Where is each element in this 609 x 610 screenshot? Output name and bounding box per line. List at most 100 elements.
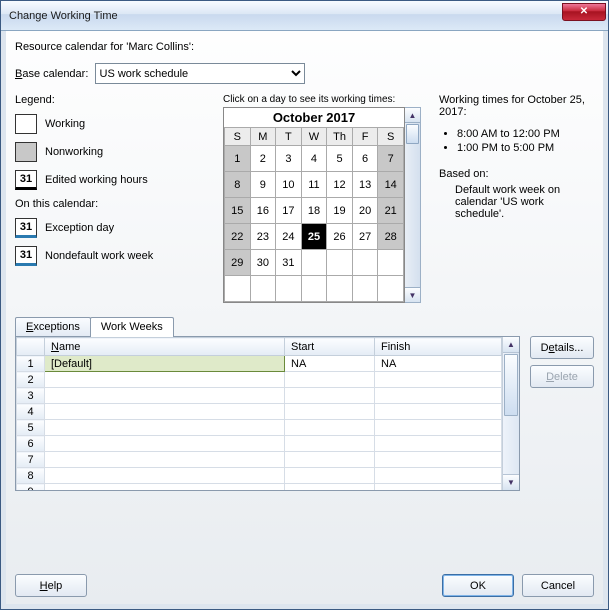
col-name[interactable]: Name xyxy=(45,338,285,356)
cal-day[interactable]: 3 xyxy=(276,146,302,172)
cal-day[interactable]: 12 xyxy=(327,172,353,198)
cal-day[interactable]: 20 xyxy=(352,198,378,224)
cal-day[interactable]: 26 xyxy=(327,224,353,250)
cal-day xyxy=(276,276,302,302)
row-number[interactable]: 1 xyxy=(17,356,45,372)
cell-finish[interactable] xyxy=(375,436,502,452)
cal-dow-Th: Th xyxy=(327,128,353,146)
cell-name[interactable] xyxy=(45,468,285,484)
cancel-button[interactable]: Cancel xyxy=(522,574,594,597)
cell-finish[interactable] xyxy=(375,468,502,484)
cell-start[interactable] xyxy=(285,452,375,468)
grid-scroll-thumb[interactable] xyxy=(504,354,518,416)
cell-start[interactable] xyxy=(285,404,375,420)
ok-button[interactable]: OK xyxy=(442,574,514,597)
delete-button[interactable]: Delete xyxy=(530,365,594,388)
grid-scrollbar[interactable]: ▲ ▼ xyxy=(502,337,519,490)
help-button[interactable]: Help xyxy=(15,574,87,597)
cal-day[interactable]: 25 xyxy=(301,224,327,250)
cal-day[interactable]: 8 xyxy=(225,172,251,198)
working-times-panel: Working times for October 25, 2017: 8:00… xyxy=(433,94,594,303)
calendar[interactable]: October 2017 SMTWThFS 123456789101112131… xyxy=(223,107,405,303)
cal-dow-T: T xyxy=(276,128,302,146)
legend-working-label: Working xyxy=(45,118,85,130)
cell-name[interactable] xyxy=(45,372,285,388)
row-number[interactable]: 9 xyxy=(17,484,45,491)
cell-name[interactable] xyxy=(45,388,285,404)
cal-day[interactable]: 14 xyxy=(378,172,404,198)
scroll-up-icon[interactable]: ▲ xyxy=(405,108,420,123)
cell-finish[interactable] xyxy=(375,484,502,491)
col-start[interactable]: Start xyxy=(285,338,375,356)
calendar-scrollbar[interactable]: ▲ ▼ xyxy=(405,107,421,303)
cal-day[interactable]: 18 xyxy=(301,198,327,224)
cal-day[interactable]: 22 xyxy=(225,224,251,250)
row-number[interactable]: 3 xyxy=(17,388,45,404)
cal-day[interactable]: 17 xyxy=(276,198,302,224)
cell-name[interactable] xyxy=(45,484,285,491)
cal-day[interactable]: 31 xyxy=(276,250,302,276)
cal-day[interactable]: 28 xyxy=(378,224,404,250)
cal-day[interactable]: 4 xyxy=(301,146,327,172)
cal-day[interactable]: 19 xyxy=(327,198,353,224)
cal-day[interactable]: 15 xyxy=(225,198,251,224)
cal-day[interactable]: 23 xyxy=(250,224,276,250)
cell-finish[interactable] xyxy=(375,388,502,404)
tab-work-weeks[interactable]: Work Weeks xyxy=(90,317,174,337)
cell-finish[interactable] xyxy=(375,404,502,420)
cal-day[interactable]: 24 xyxy=(276,224,302,250)
cal-day[interactable]: 27 xyxy=(352,224,378,250)
col-finish[interactable]: Finish xyxy=(375,338,502,356)
grid-scroll-down-icon[interactable]: ▼ xyxy=(503,474,519,490)
base-calendar-select[interactable]: US work schedule xyxy=(95,63,305,84)
legend-working-box xyxy=(15,114,37,134)
scroll-thumb[interactable] xyxy=(406,124,419,144)
cell-finish[interactable] xyxy=(375,420,502,436)
cal-day[interactable]: 5 xyxy=(327,146,353,172)
cal-day[interactable]: 7 xyxy=(378,146,404,172)
cal-day xyxy=(352,250,378,276)
row-number[interactable]: 7 xyxy=(17,452,45,468)
cal-day[interactable]: 30 xyxy=(250,250,276,276)
cell-finish[interactable]: NA xyxy=(375,356,502,372)
cell-name[interactable] xyxy=(45,452,285,468)
tab-exceptions[interactable]: Exceptions xyxy=(15,317,91,336)
cell-start[interactable] xyxy=(285,420,375,436)
cal-day[interactable]: 11 xyxy=(301,172,327,198)
row-number[interactable]: 5 xyxy=(17,420,45,436)
cell-start[interactable]: NA xyxy=(285,356,375,372)
cell-start[interactable] xyxy=(285,372,375,388)
cal-day[interactable]: 6 xyxy=(352,146,378,172)
details-button[interactable]: Details... xyxy=(530,336,594,359)
legend-oncal-label: On this calendar: xyxy=(15,198,213,210)
cal-day[interactable]: 16 xyxy=(250,198,276,224)
cell-name[interactable] xyxy=(45,404,285,420)
cell-start[interactable] xyxy=(285,468,375,484)
legend-nonworking-box xyxy=(15,142,37,162)
grid-scroll-up-icon[interactable]: ▲ xyxy=(503,337,519,353)
row-number[interactable]: 8 xyxy=(17,468,45,484)
cell-start[interactable] xyxy=(285,388,375,404)
close-button[interactable]: ✕ xyxy=(562,3,606,21)
cell-finish[interactable] xyxy=(375,372,502,388)
cell-start[interactable] xyxy=(285,484,375,491)
cell-start[interactable] xyxy=(285,436,375,452)
cal-day[interactable]: 9 xyxy=(250,172,276,198)
cell-name[interactable]: [Default] xyxy=(45,356,285,372)
scroll-down-icon[interactable]: ▼ xyxy=(405,287,420,302)
cal-day[interactable]: 2 xyxy=(250,146,276,172)
cell-finish[interactable] xyxy=(375,452,502,468)
cell-name[interactable] xyxy=(45,420,285,436)
cal-day[interactable]: 29 xyxy=(225,250,251,276)
cell-name[interactable] xyxy=(45,436,285,452)
cal-day[interactable]: 13 xyxy=(352,172,378,198)
row-number[interactable]: 4 xyxy=(17,404,45,420)
cal-day[interactable]: 1 xyxy=(225,146,251,172)
row-number[interactable]: 2 xyxy=(17,372,45,388)
cal-day[interactable]: 10 xyxy=(276,172,302,198)
titlebar[interactable]: Change Working Time ✕ xyxy=(1,1,608,31)
legend-nondefault-box: 31 xyxy=(15,246,37,266)
work-weeks-grid[interactable]: Name Start Finish 1[Default]NANA23456789… xyxy=(15,336,520,491)
cal-day[interactable]: 21 xyxy=(378,198,404,224)
row-number[interactable]: 6 xyxy=(17,436,45,452)
